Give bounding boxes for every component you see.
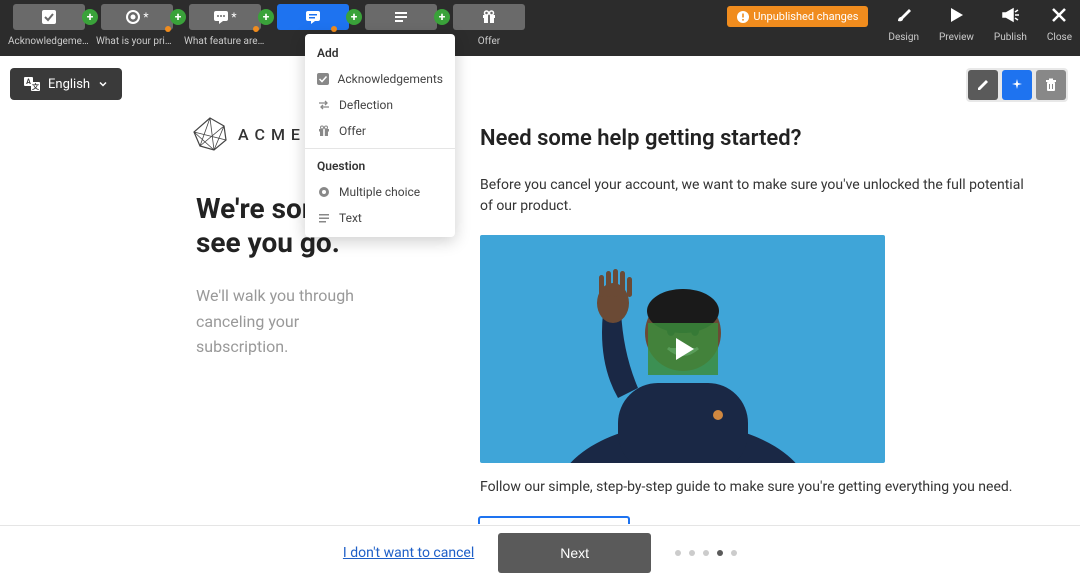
main-content: ACME We're sorry to see you go. We'll wa… [0, 56, 1080, 525]
step-label: Offer [478, 36, 500, 47]
svg-text:文: 文 [32, 82, 40, 91]
publish-label: Publish [994, 32, 1027, 43]
swap-icon [317, 98, 331, 112]
dropdown-header-add: Add [305, 40, 455, 66]
dropdown-item-label: Text [339, 211, 362, 225]
modified-indicator-icon [165, 26, 171, 32]
dropdown-item-acknowledgements[interactable]: Acknowledgements [305, 66, 455, 92]
alert-icon [737, 11, 749, 23]
language-label: English [48, 77, 90, 92]
close-button[interactable]: Close [1047, 4, 1072, 43]
footer-bar: I don't want to cancel Next [0, 525, 1080, 579]
help-paragraph-2: Follow our simple, step-by-step guide to… [480, 477, 1040, 498]
toolbar-right: Unpublished changes Design Preview Publi… [727, 4, 1072, 43]
dropdown-item-label: Acknowledgements [338, 72, 443, 86]
step-offer[interactable]: Offer [448, 4, 530, 47]
next-button[interactable]: Next [498, 533, 651, 573]
dropdown-divider [305, 148, 455, 149]
page-action-buttons [966, 68, 1068, 102]
delete-button[interactable] [1036, 70, 1066, 100]
translate-icon: A文 [24, 76, 40, 92]
right-column: Need some help getting started? Before y… [420, 56, 1080, 525]
add-step-button[interactable]: + [346, 9, 362, 25]
checkbox-icon [317, 72, 330, 86]
help-paragraph-1: Before you cancel your account, we want … [480, 175, 1040, 217]
progress-dot [731, 550, 737, 556]
progress-dot-active [717, 550, 723, 556]
message-icon [305, 9, 321, 25]
unpublished-badge[interactable]: Unpublished changes [727, 6, 868, 27]
progress-dot [675, 550, 681, 556]
language-selector[interactable]: A文 English [10, 68, 122, 100]
modified-indicator-icon [253, 26, 259, 32]
step-label: Acknowledgements [8, 36, 90, 47]
text-icon [393, 9, 409, 25]
gift-icon [481, 9, 497, 25]
preview-button[interactable]: Preview [939, 4, 974, 43]
progress-dot [689, 550, 695, 556]
help-heading: Need some help getting started? [480, 126, 1040, 151]
brush-icon [895, 6, 913, 24]
selection-outline [478, 516, 630, 524]
edit-button[interactable] [968, 70, 998, 100]
step-label: What feature are … [184, 36, 266, 47]
logo-icon [192, 116, 228, 152]
play-button[interactable] [648, 323, 718, 375]
play-icon [947, 6, 965, 24]
svg-text:A: A [26, 78, 31, 86]
preview-label: Preview [939, 32, 974, 43]
unpublished-label: Unpublished changes [753, 10, 858, 23]
trash-icon [1044, 78, 1058, 92]
progress-dots [675, 550, 737, 556]
checkbox-icon [41, 9, 57, 25]
modified-indicator-icon [331, 26, 337, 32]
top-toolbar: + Acknowledgements * + What is your prim… [0, 0, 1080, 56]
dropdown-item-label: Multiple choice [339, 185, 420, 199]
step-acknowledgements[interactable]: + Acknowledgements [8, 4, 90, 47]
dropdown-item-deflection[interactable]: Deflection [305, 92, 455, 118]
play-icon [676, 338, 694, 360]
video-thumbnail[interactable] [480, 235, 885, 463]
dropdown-item-label: Offer [339, 124, 366, 138]
chevron-down-icon [98, 79, 108, 89]
radio-icon [125, 9, 141, 25]
settings-button[interactable] [1002, 70, 1032, 100]
step-label: What is your prim… [96, 36, 178, 47]
gift-icon [317, 124, 331, 138]
logo-text: ACME [238, 125, 306, 144]
add-step-button[interactable]: + [82, 9, 98, 25]
close-label: Close [1047, 32, 1072, 43]
text-lines-icon [317, 211, 331, 225]
pencil-icon [976, 78, 990, 92]
add-dropdown: Add Acknowledgements Deflection Offer Qu… [305, 34, 455, 237]
dropdown-item-offer[interactable]: Offer [305, 118, 455, 144]
add-step-button[interactable]: + [434, 9, 450, 25]
sparkle-icon [1010, 78, 1024, 92]
design-label: Design [888, 32, 919, 43]
step-primary[interactable]: * + What is your prim… [96, 4, 178, 47]
megaphone-icon [1001, 6, 1019, 24]
publish-button[interactable]: Publish [994, 4, 1027, 43]
add-step-button[interactable]: + [258, 9, 274, 25]
message-icon [213, 9, 229, 25]
dropdown-item-text[interactable]: Text [305, 205, 455, 231]
language-bar: A文 English [10, 68, 122, 100]
progress-dot [703, 550, 709, 556]
close-icon [1051, 7, 1067, 23]
sub-text: We'll walk you through canceling your su… [196, 283, 390, 360]
design-button[interactable]: Design [888, 4, 919, 43]
dropdown-header-question: Question [305, 153, 455, 179]
dropdown-item-label: Deflection [339, 98, 393, 112]
cancel-link[interactable]: I don't want to cancel [343, 545, 474, 561]
step-feature[interactable]: * + What feature are … [184, 4, 266, 47]
radio-icon [317, 185, 331, 199]
dropdown-item-multiple-choice[interactable]: Multiple choice [305, 179, 455, 205]
add-step-button[interactable]: + [170, 9, 186, 25]
